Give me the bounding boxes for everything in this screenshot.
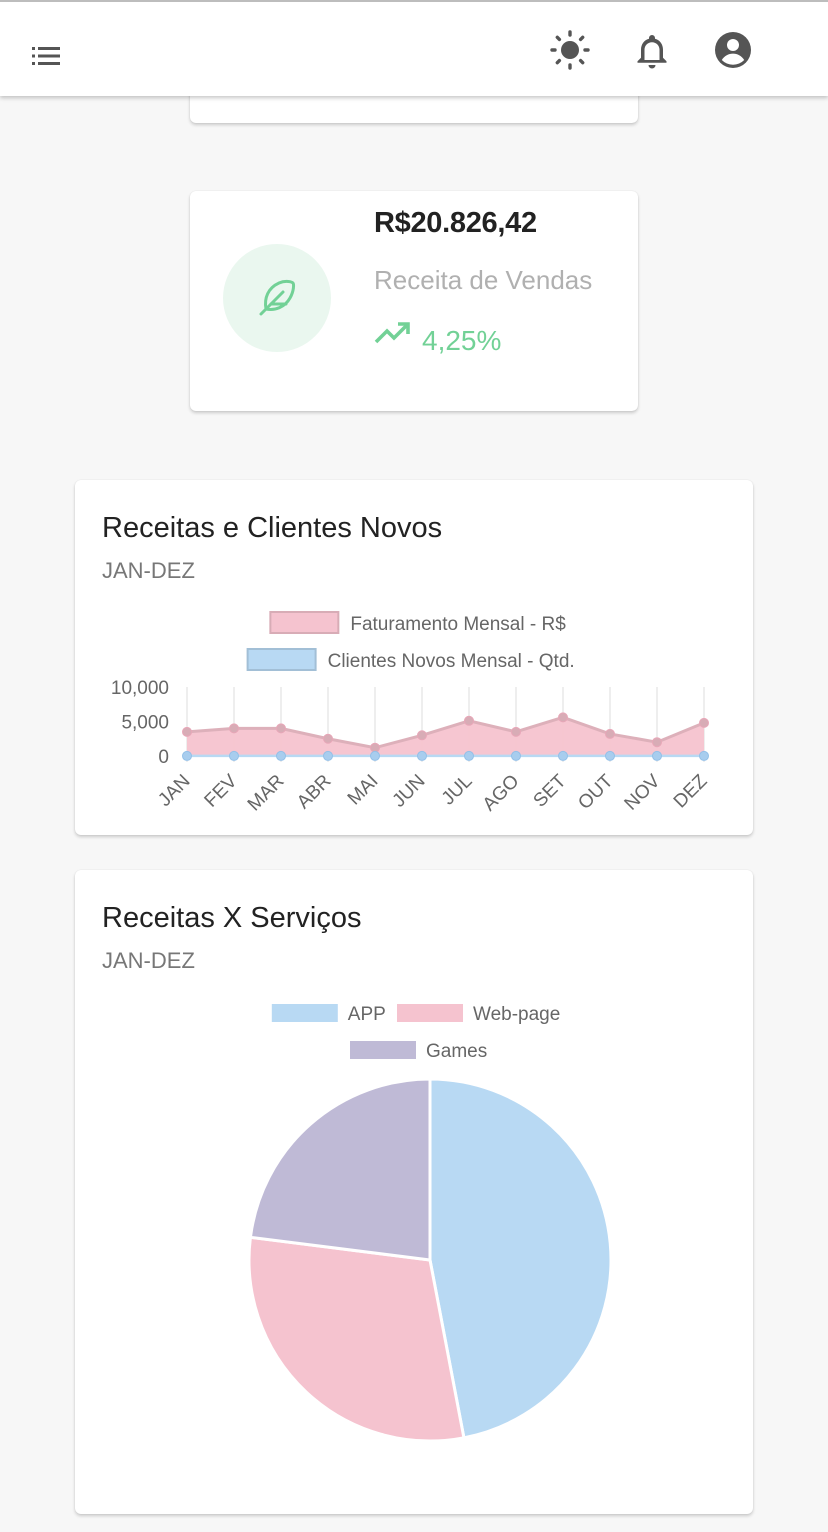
legend-label: Web-page (473, 1004, 560, 1025)
revenue-point (464, 715, 474, 726)
x-tick-label: MAR (244, 771, 289, 816)
clients-point (182, 750, 192, 761)
revenue-point (370, 742, 380, 753)
revenue-point (323, 733, 333, 744)
clients-point (558, 750, 568, 761)
x-tick-label: FEV (201, 770, 242, 811)
clients-point (605, 750, 615, 761)
stat-change: 4,25% (422, 325, 502, 356)
pie-slice-app (428, 1077, 613, 1440)
revenue-point (558, 712, 568, 723)
legend-swatch (269, 611, 340, 634)
legend-label: Games (426, 1041, 487, 1062)
clients-point (276, 750, 286, 761)
stat-trend: 4,25% (374, 317, 501, 357)
area-chart: Faturamento Mensal - R$ Clientes Novos Me… (111, 611, 712, 816)
trending-up-icon (374, 322, 410, 344)
legend-label: Clientes Novos Mensal - Qtd. (328, 651, 575, 672)
clients-point (370, 750, 380, 761)
x-tick-label: ABR (293, 771, 335, 813)
y-tick-label: 0 (158, 747, 169, 768)
sun-icon[interactable] (548, 28, 592, 72)
revenue-services-card: Receitas X Serviços JAN-DEZ APP Web-page G… (75, 870, 753, 1514)
account-circle-icon[interactable] (711, 28, 755, 72)
clients-point (464, 750, 474, 761)
pie-chart: APP Web-page Games (247, 1004, 613, 1443)
x-tick-label: JUN (389, 771, 430, 812)
x-tick-label: AGO (479, 771, 524, 816)
revenue-point (605, 728, 615, 739)
revenue-stat-card: R$20.826,42 Receita de Vendas 4,25% (190, 191, 638, 411)
legend-swatch (246, 648, 317, 671)
clients-point (652, 750, 662, 761)
legend-label: Faturamento Mensal - R$ (350, 614, 566, 635)
y-tick-label: 10,000 (111, 678, 169, 699)
revenue-point (652, 737, 662, 748)
clients-point (229, 750, 239, 761)
revenue-clients-card: Receitas e Clientes Novos JAN-DEZ Fatura… (75, 480, 753, 835)
pie-slice-games (248, 1077, 432, 1262)
bell-icon[interactable] (630, 28, 674, 72)
x-tick-label: JUL (438, 771, 477, 810)
clients-point (323, 750, 333, 761)
legend-swatch (397, 1004, 463, 1022)
revenue-point (511, 726, 521, 737)
revenue-point (276, 723, 286, 734)
legend-swatch (271, 1004, 338, 1022)
pie-slice-web-page (247, 1235, 466, 1443)
feather-icon (259, 279, 296, 316)
x-tick-label: OUT (574, 770, 617, 813)
stat-icon-circle (223, 244, 331, 352)
clients-point (511, 750, 521, 761)
x-tick-label: SET (530, 770, 571, 811)
stat-label: Receita de Vendas (374, 265, 593, 295)
revenue-point (229, 723, 239, 734)
legend-label: APP (348, 1004, 386, 1025)
revenue-point (699, 717, 709, 728)
x-tick-label: NOV (621, 770, 665, 814)
revenue-point (182, 726, 192, 737)
clients-point (699, 750, 709, 761)
clients-point (417, 750, 427, 761)
menu-list-icon[interactable] (28, 42, 64, 70)
revenue-point (417, 730, 427, 741)
legend-swatch (350, 1041, 416, 1059)
x-tick-label: JAN (154, 771, 194, 811)
x-tick-label: DEZ (670, 770, 712, 812)
y-tick-label: 5,000 (121, 713, 169, 734)
x-tick-label: MAI (344, 771, 383, 810)
stat-value: R$20.826,42 (374, 207, 537, 239)
app-bar (0, 0, 828, 96)
